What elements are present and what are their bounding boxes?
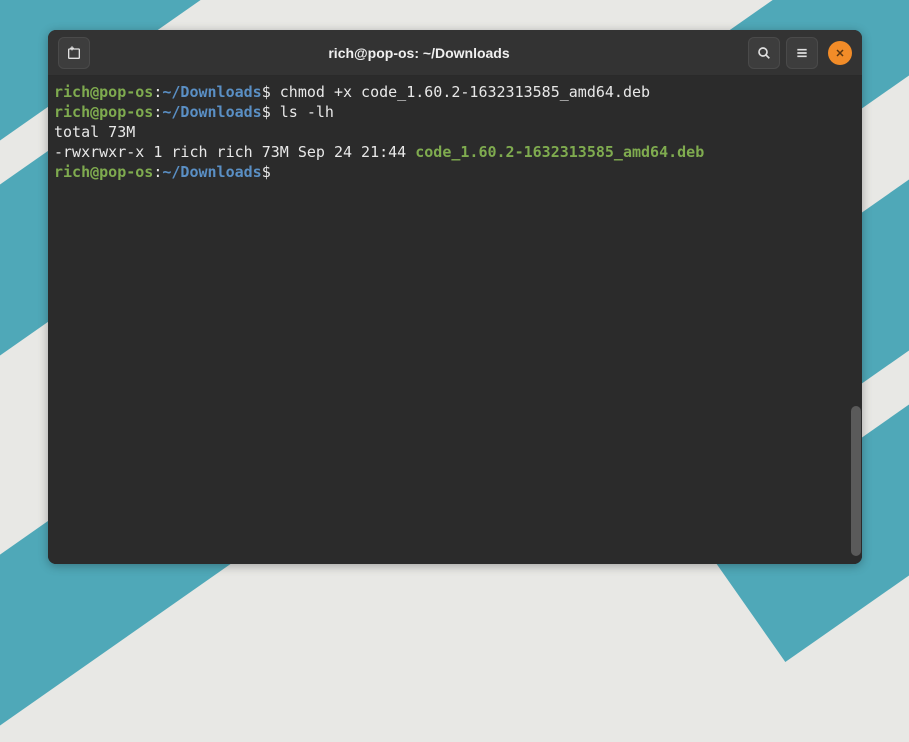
search-button[interactable] — [748, 37, 780, 69]
output-line: -rwxrwxr-x 1 rich rich 73M Sep 24 21:44 … — [54, 142, 856, 162]
output-perms: -rwxrwxr-x 1 rich rich 73M Sep 24 21:44 — [54, 143, 415, 161]
output-line: total 73M — [54, 122, 856, 142]
scrollbar-track — [850, 76, 862, 562]
prompt-user-host: rich@pop-os — [54, 83, 153, 101]
titlebar: rich@pop-os: ~/Downloads — [48, 30, 862, 76]
terminal-window: rich@pop-os: ~/Downloads rich@pop-os:~/D… — [48, 30, 862, 564]
command-text — [271, 163, 280, 181]
window-title: rich@pop-os: ~/Downloads — [96, 45, 742, 61]
terminal-line: rich@pop-os:~/Downloads$ — [54, 162, 856, 182]
output-filename: code_1.60.2-1632313585_amd64.deb — [415, 143, 704, 161]
new-tab-button[interactable] — [58, 37, 90, 69]
prompt-dollar: $ — [262, 103, 271, 121]
prompt-dollar: $ — [262, 163, 271, 181]
prompt-user-host: rich@pop-os — [54, 163, 153, 181]
terminal-body[interactable]: rich@pop-os:~/Downloads$ chmod +x code_1… — [48, 76, 862, 564]
command-text: chmod +x code_1.60.2-1632313585_amd64.de… — [271, 83, 650, 101]
prompt-path: ~/Downloads — [162, 103, 261, 121]
scrollbar-thumb[interactable] — [851, 406, 861, 556]
prompt-path: ~/Downloads — [162, 83, 261, 101]
prompt-path: ~/Downloads — [162, 163, 261, 181]
terminal-line: rich@pop-os:~/Downloads$ ls -lh — [54, 102, 856, 122]
terminal-line: rich@pop-os:~/Downloads$ chmod +x code_1… — [54, 82, 856, 102]
prompt-dollar: $ — [262, 83, 271, 101]
prompt-user-host: rich@pop-os — [54, 103, 153, 121]
menu-button[interactable] — [786, 37, 818, 69]
close-button[interactable] — [828, 41, 852, 65]
command-text: ls -lh — [271, 103, 334, 121]
